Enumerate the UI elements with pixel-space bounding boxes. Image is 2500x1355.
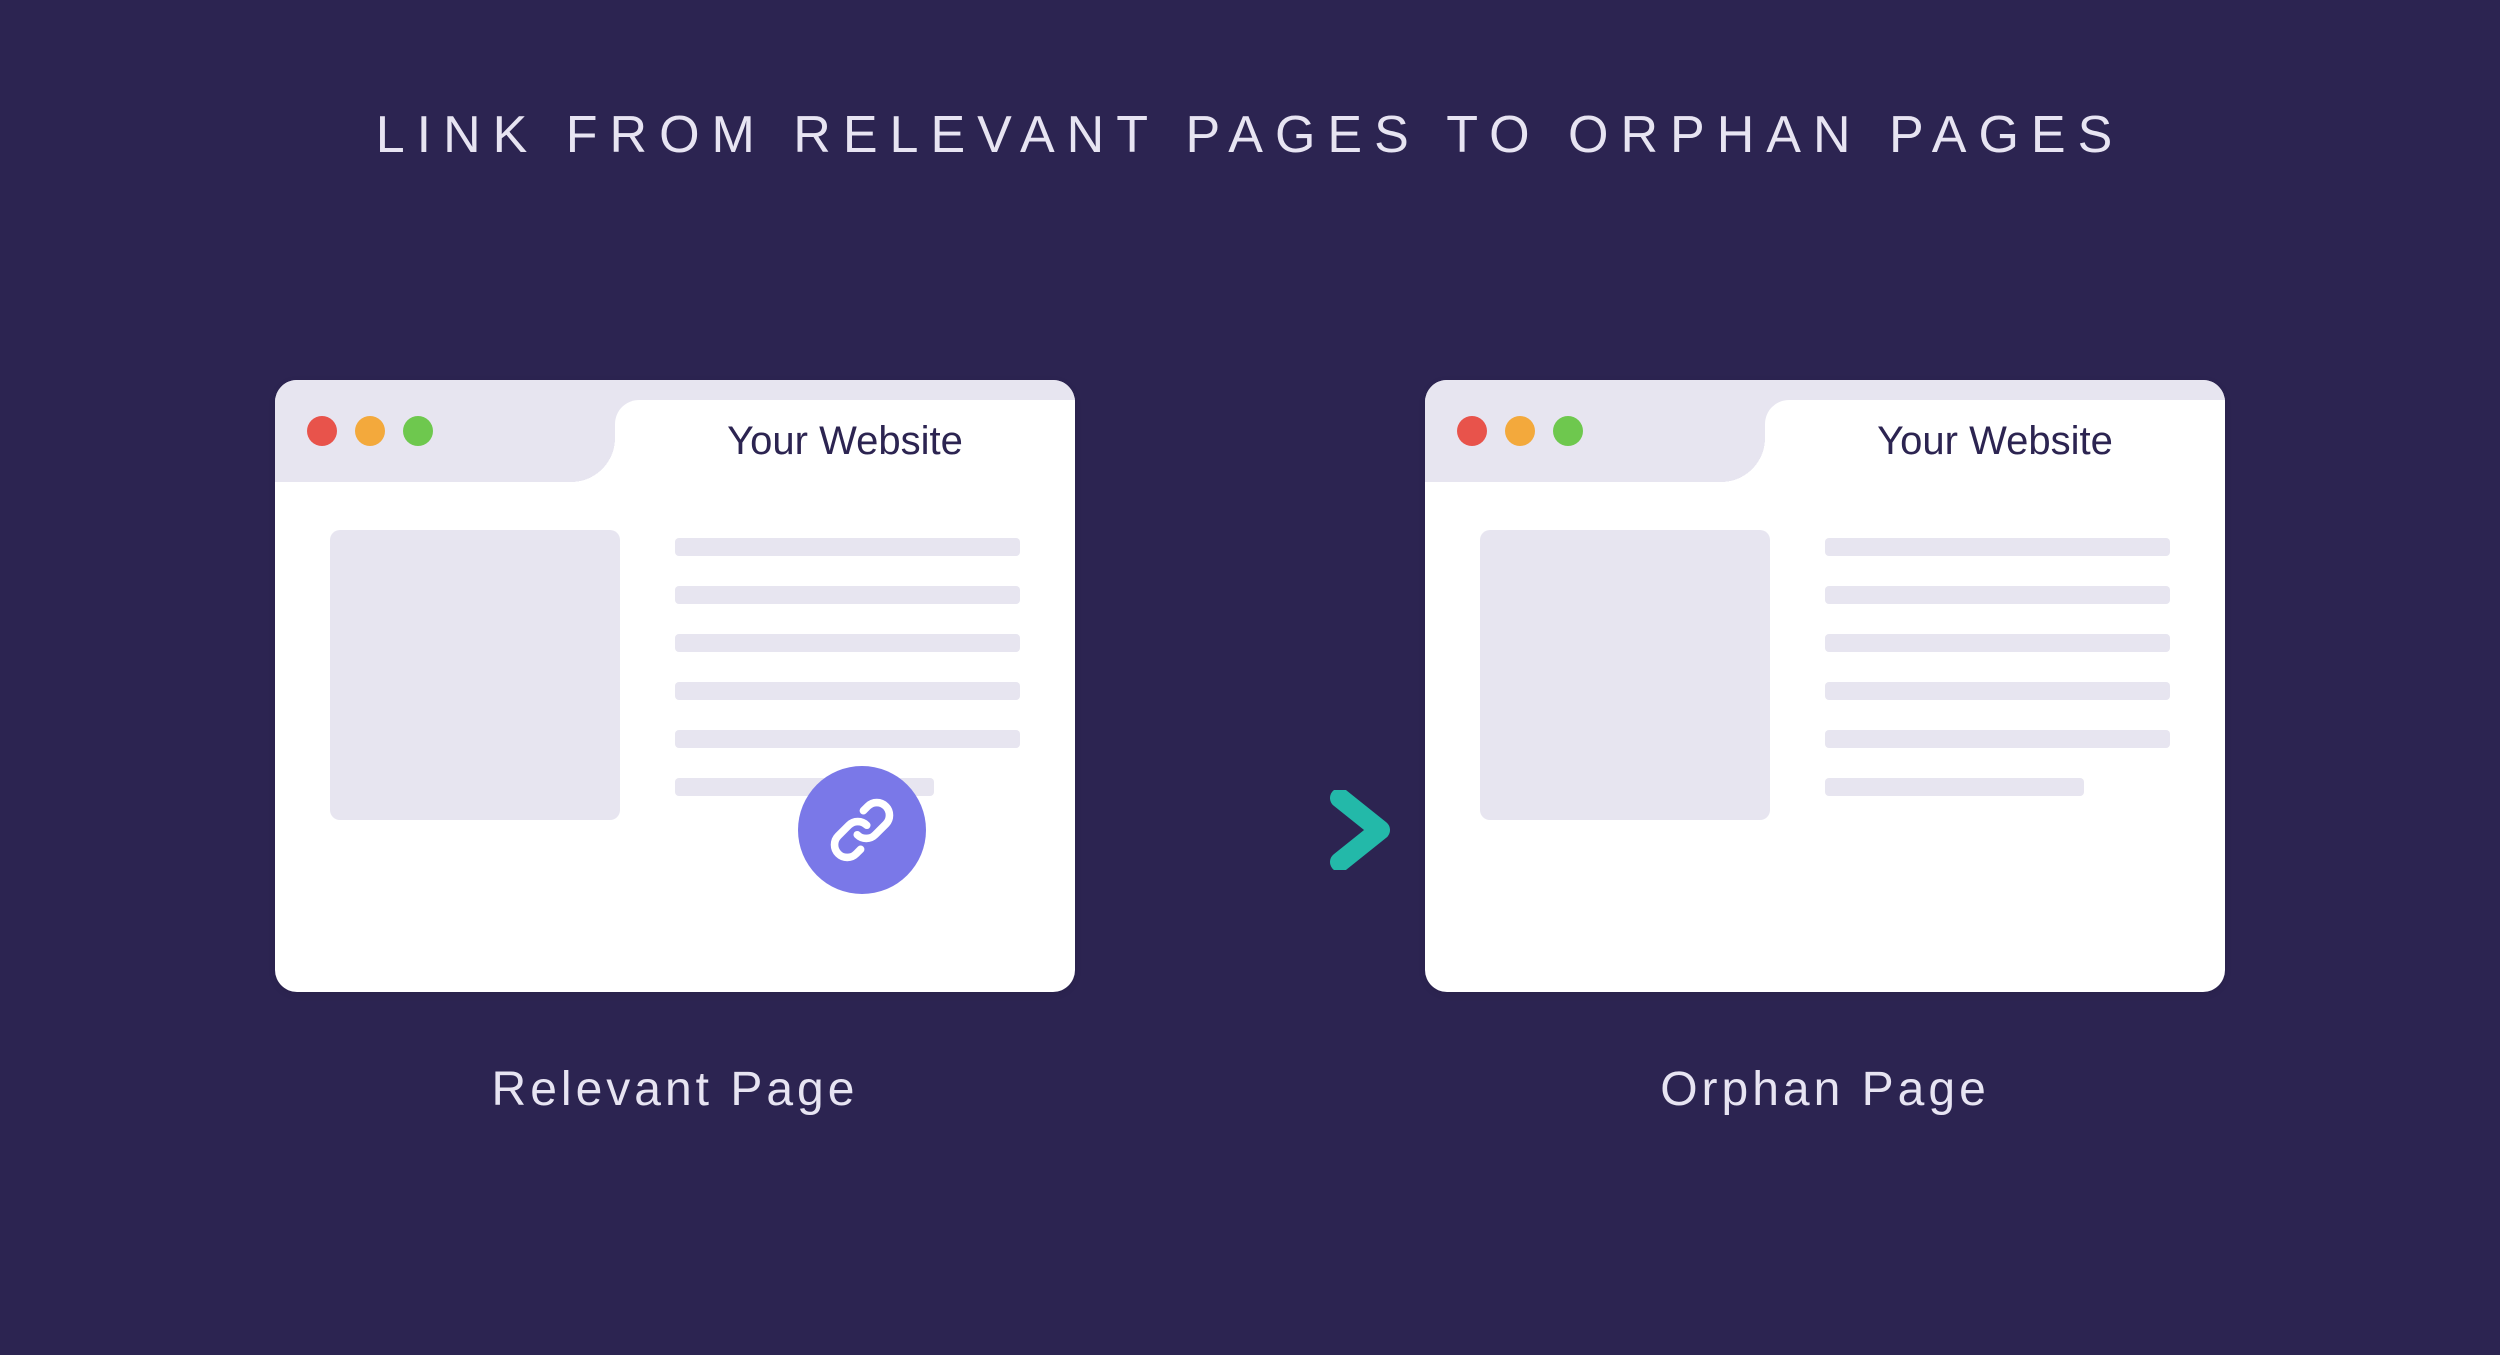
maximize-dot-icon [1553,416,1583,446]
window-dots [307,416,433,446]
chain-icon [824,792,900,868]
text-line [675,682,1020,700]
close-dot-icon [1457,416,1487,446]
orphan-page-browser: Your Website [1425,380,2225,992]
text-line [675,730,1020,748]
orphan-page-column: Your Website Orphan Page [1425,380,2225,1117]
relevant-page-caption: Relevant Page [492,1062,859,1117]
text-line [675,634,1020,652]
text-line [675,586,1020,604]
content-thumbnail [330,530,620,820]
browser-tab: Your Website [1765,400,2225,482]
text-line [1825,634,2170,652]
orphan-page-caption: Orphan Page [1660,1062,1990,1117]
window-dots [1457,416,1583,446]
browser-chrome: Your Website [1425,380,2225,482]
browser-tab: Your Website [615,400,1075,482]
diagram-title: LINK FROM RELEVANT PAGES TO ORPHAN PAGES [0,0,2500,165]
text-line [675,538,1020,556]
minimize-dot-icon [1505,416,1535,446]
link-icon [798,766,926,894]
relevant-page-browser: Your Website [275,380,1075,992]
minimize-dot-icon [355,416,385,446]
text-line [1825,586,2170,604]
diagram-row: Your Website Relevant Page [0,380,2500,1117]
text-line [1825,682,2170,700]
tab-label: Your Website [1877,419,2113,464]
maximize-dot-icon [403,416,433,446]
content-lines [1825,530,2170,820]
text-line [1825,538,2170,556]
link-arrow-icon [922,790,1402,870]
relevant-page-column: Your Website Relevant Page [275,380,1075,1117]
content-thumbnail [1480,530,1770,820]
close-dot-icon [307,416,337,446]
text-line [1825,730,2170,748]
browser-body [1425,482,2225,868]
tab-label: Your Website [727,419,963,464]
text-line [1825,778,2084,796]
browser-chrome: Your Website [275,380,1075,482]
